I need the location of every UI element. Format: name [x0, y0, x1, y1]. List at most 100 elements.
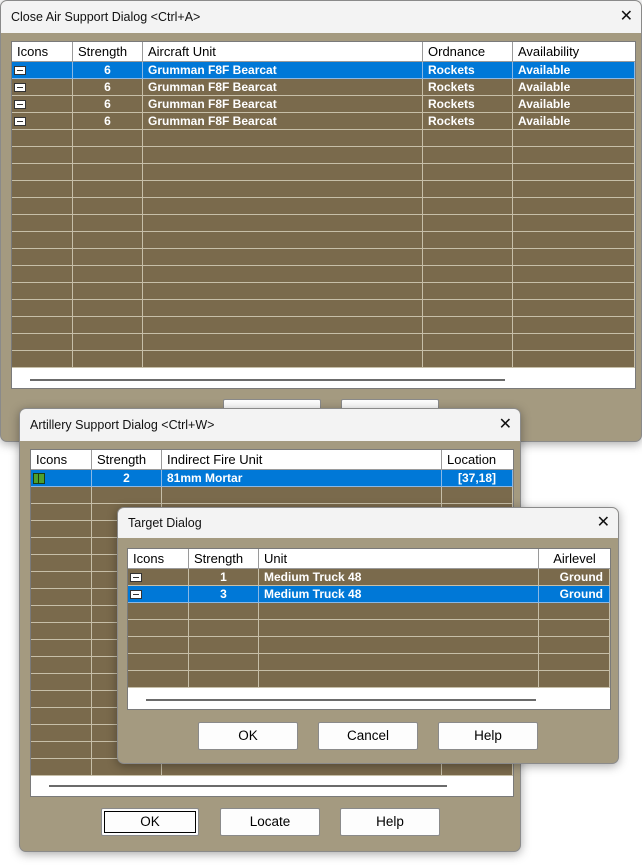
- empty-table-row[interactable]: [12, 317, 635, 334]
- strength-cell: [73, 130, 143, 147]
- strength-cell: 6: [73, 79, 143, 96]
- table-row[interactable]: 6 Grumman F8F Bearcat Rockets Available: [12, 96, 635, 113]
- column-header-icons[interactable]: Icons: [128, 549, 189, 569]
- ordnance-cell: [423, 266, 513, 283]
- air-dialog-titlebar[interactable]: Close Air Support Dialog <Ctrl+A> ✕: [1, 1, 641, 33]
- aircraft-unit-cell: Grumman F8F Bearcat: [143, 79, 423, 96]
- empty-table-row[interactable]: [12, 351, 635, 368]
- availability-cell: [513, 198, 635, 215]
- ordnance-cell: Rockets: [423, 113, 513, 130]
- column-header-strength[interactable]: Strength: [92, 450, 162, 470]
- availability-cell: [513, 232, 635, 249]
- empty-table-row[interactable]: [12, 334, 635, 351]
- empty-table-row[interactable]: [31, 487, 513, 504]
- target-dialog-titlebar[interactable]: Target Dialog ✕: [118, 508, 618, 538]
- icon-cell: [128, 603, 189, 620]
- close-icon[interactable]: ✕: [499, 417, 512, 433]
- aircraft-unit-cell: [143, 215, 423, 232]
- column-header-strength[interactable]: Strength: [73, 42, 143, 62]
- column-header-availability[interactable]: Availability: [513, 42, 635, 62]
- close-icon[interactable]: ✕: [620, 9, 633, 25]
- empty-table-row[interactable]: [12, 283, 635, 300]
- empty-table-row[interactable]: [12, 181, 635, 198]
- column-header-strength[interactable]: Strength: [189, 549, 259, 569]
- availability-cell: Available: [513, 79, 635, 96]
- table-row[interactable]: 2 81mm Mortar [37,18]: [31, 470, 513, 487]
- strength-cell: [189, 603, 259, 620]
- aircraft-unit-cell: [143, 198, 423, 215]
- ok-button[interactable]: OK: [101, 808, 199, 836]
- icon-cell: [12, 130, 73, 147]
- availability-cell: Available: [513, 96, 635, 113]
- artillery-dialog-titlebar[interactable]: Artillery Support Dialog <Ctrl+W> ✕: [20, 409, 520, 441]
- horizontal-scrollbar[interactable]: [49, 785, 447, 787]
- icon-cell: [31, 725, 92, 742]
- artillery-dialog-title: Artillery Support Dialog <Ctrl+W>: [30, 418, 215, 432]
- empty-table-row[interactable]: [12, 300, 635, 317]
- column-header-aircraft-unit[interactable]: Aircraft Unit: [143, 42, 423, 62]
- column-header-airlevel[interactable]: Airlevel: [539, 549, 610, 569]
- strength-cell: [73, 147, 143, 164]
- close-icon[interactable]: ✕: [597, 515, 610, 531]
- column-header-icons[interactable]: Icons: [12, 42, 73, 62]
- strength-cell: [92, 487, 162, 504]
- empty-table-row[interactable]: [12, 266, 635, 283]
- ordnance-cell: [423, 283, 513, 300]
- aircraft-unit-cell: [143, 283, 423, 300]
- unit-cell: Medium Truck 48: [259, 586, 539, 603]
- icon-cell: [31, 555, 92, 572]
- ok-button[interactable]: OK: [198, 722, 298, 750]
- icon-cell: [12, 317, 73, 334]
- help-button[interactable]: Help: [340, 808, 440, 836]
- column-header-location[interactable]: Location: [442, 450, 513, 470]
- cancel-button[interactable]: Cancel: [318, 722, 418, 750]
- table-row[interactable]: 3 Medium Truck 48 Ground: [128, 586, 610, 603]
- empty-table-row[interactable]: [12, 232, 635, 249]
- availability-cell: Available: [513, 62, 635, 79]
- aircraft-unit-icon: [14, 117, 26, 126]
- availability-cell: [513, 164, 635, 181]
- column-header-icons[interactable]: Icons: [31, 450, 92, 470]
- empty-table-row[interactable]: [12, 249, 635, 266]
- empty-table-row[interactable]: [12, 147, 635, 164]
- aircraft-unit-icon: [14, 100, 26, 109]
- ordnance-cell: [423, 130, 513, 147]
- ordnance-cell: Rockets: [423, 79, 513, 96]
- strength-cell: [73, 334, 143, 351]
- strength-cell: [189, 620, 259, 637]
- strength-cell: [73, 181, 143, 198]
- strength-cell: [73, 215, 143, 232]
- strength-cell: 2: [92, 470, 162, 487]
- aircraft-unit-cell: [143, 164, 423, 181]
- horizontal-scrollbar[interactable]: [30, 379, 505, 381]
- empty-table-row[interactable]: [12, 215, 635, 232]
- aircraft-list[interactable]: Icons Strength Aircraft Unit Ordnance Av…: [11, 41, 636, 389]
- strength-cell: 6: [73, 62, 143, 79]
- ordnance-cell: [423, 215, 513, 232]
- horizontal-scrollbar[interactable]: [146, 699, 536, 701]
- unit-cell: [259, 654, 539, 671]
- table-row[interactable]: 6 Grumman F8F Bearcat Rockets Available: [12, 113, 635, 130]
- empty-table-row[interactable]: [12, 198, 635, 215]
- empty-table-row[interactable]: [128, 620, 610, 637]
- empty-table-row[interactable]: [12, 164, 635, 181]
- empty-table-row[interactable]: [128, 671, 610, 688]
- empty-table-row[interactable]: [128, 637, 610, 654]
- target-list[interactable]: Icons Strength Unit Airlevel 1 Medium Tru…: [127, 548, 611, 710]
- icon-cell: [31, 623, 92, 640]
- icon-cell: [128, 671, 189, 688]
- table-row[interactable]: 6 Grumman F8F Bearcat Rockets Available: [12, 62, 635, 79]
- help-button[interactable]: Help: [438, 722, 538, 750]
- ordnance-cell: Rockets: [423, 96, 513, 113]
- table-row[interactable]: 6 Grumman F8F Bearcat Rockets Available: [12, 79, 635, 96]
- locate-button[interactable]: Locate: [220, 808, 320, 836]
- column-header-indirect-fire-unit[interactable]: Indirect Fire Unit: [162, 450, 442, 470]
- icon-cell: [12, 351, 73, 368]
- table-row[interactable]: 1 Medium Truck 48 Ground: [128, 569, 610, 586]
- empty-table-row[interactable]: [12, 130, 635, 147]
- empty-table-row[interactable]: [128, 603, 610, 620]
- icon-cell: [31, 606, 92, 623]
- empty-table-row[interactable]: [128, 654, 610, 671]
- column-header-ordnance[interactable]: Ordnance: [423, 42, 513, 62]
- column-header-unit[interactable]: Unit: [259, 549, 539, 569]
